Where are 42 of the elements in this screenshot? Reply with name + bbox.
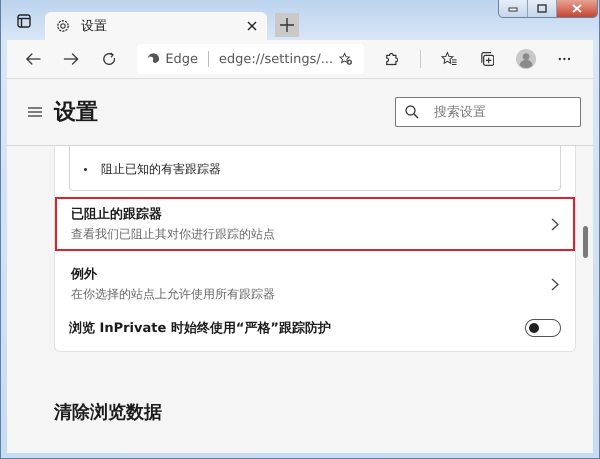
maximize-button[interactable]	[528, 0, 557, 17]
gear-icon	[55, 18, 71, 34]
profile-avatar-icon[interactable]	[516, 48, 536, 70]
more-options-icon[interactable]	[558, 57, 572, 61]
site-label: Edge	[165, 52, 198, 66]
close-window-button[interactable]	[557, 0, 597, 17]
tab-actions-icon[interactable]	[17, 14, 31, 28]
chevron-right-icon	[551, 278, 559, 290]
refresh-icon[interactable]	[102, 51, 117, 67]
close-tab-icon[interactable]	[247, 21, 257, 31]
add-favorite-icon[interactable]	[339, 51, 354, 67]
close-icon	[572, 4, 582, 13]
search-field[interactable]: 搜索设置	[395, 97, 581, 127]
maximize-icon	[537, 4, 547, 13]
minimize-button[interactable]	[499, 0, 528, 17]
page-title: 设置	[54, 99, 99, 127]
menu-icon[interactable]	[28, 107, 42, 117]
browser-tab[interactable]: 设置	[45, 12, 267, 40]
search-icon	[405, 105, 419, 119]
scroll-thumb[interactable]	[583, 226, 588, 258]
url-text: edge://settings/...	[218, 52, 334, 66]
setting-row[interactable]: 例外 在你选择的站点上允许使用所有跟踪器	[55, 257, 575, 311]
setting-title: 已阻止的跟踪器	[71, 206, 163, 223]
setting-title: 例外	[71, 266, 98, 283]
puzzle-icon[interactable]	[384, 51, 398, 67]
bullet-text: 阻止已知的有害跟踪器	[101, 160, 221, 178]
setting-description: 查看我们已阻止其对你进行跟踪的站点	[71, 226, 275, 243]
back-icon[interactable]	[25, 51, 42, 67]
new-tab-button[interactable]	[275, 13, 299, 37]
favorites-icon[interactable]	[441, 51, 458, 67]
section-title: 清除浏览数据	[54, 401, 163, 424]
setting-title: 浏览 InPrivate 时始终使用“严格”跟踪防护	[69, 320, 331, 337]
address-bar[interactable]: Edge edge://settings/...	[136, 44, 364, 74]
chevron-right-icon	[551, 218, 559, 230]
plus-icon	[280, 18, 294, 32]
toggle-switch[interactable]	[525, 319, 561, 337]
collections-icon[interactable]	[480, 51, 494, 67]
minimize-icon	[508, 6, 518, 12]
forward-icon[interactable]	[63, 51, 80, 67]
highlighted-setting-row[interactable]: 已阻止的跟踪器 查看我们已阻止其对你进行跟踪的站点	[55, 197, 575, 251]
bullet-dot-icon	[84, 168, 87, 170]
setting-description: 在你选择的站点上允许使用所有跟踪器	[71, 286, 275, 303]
